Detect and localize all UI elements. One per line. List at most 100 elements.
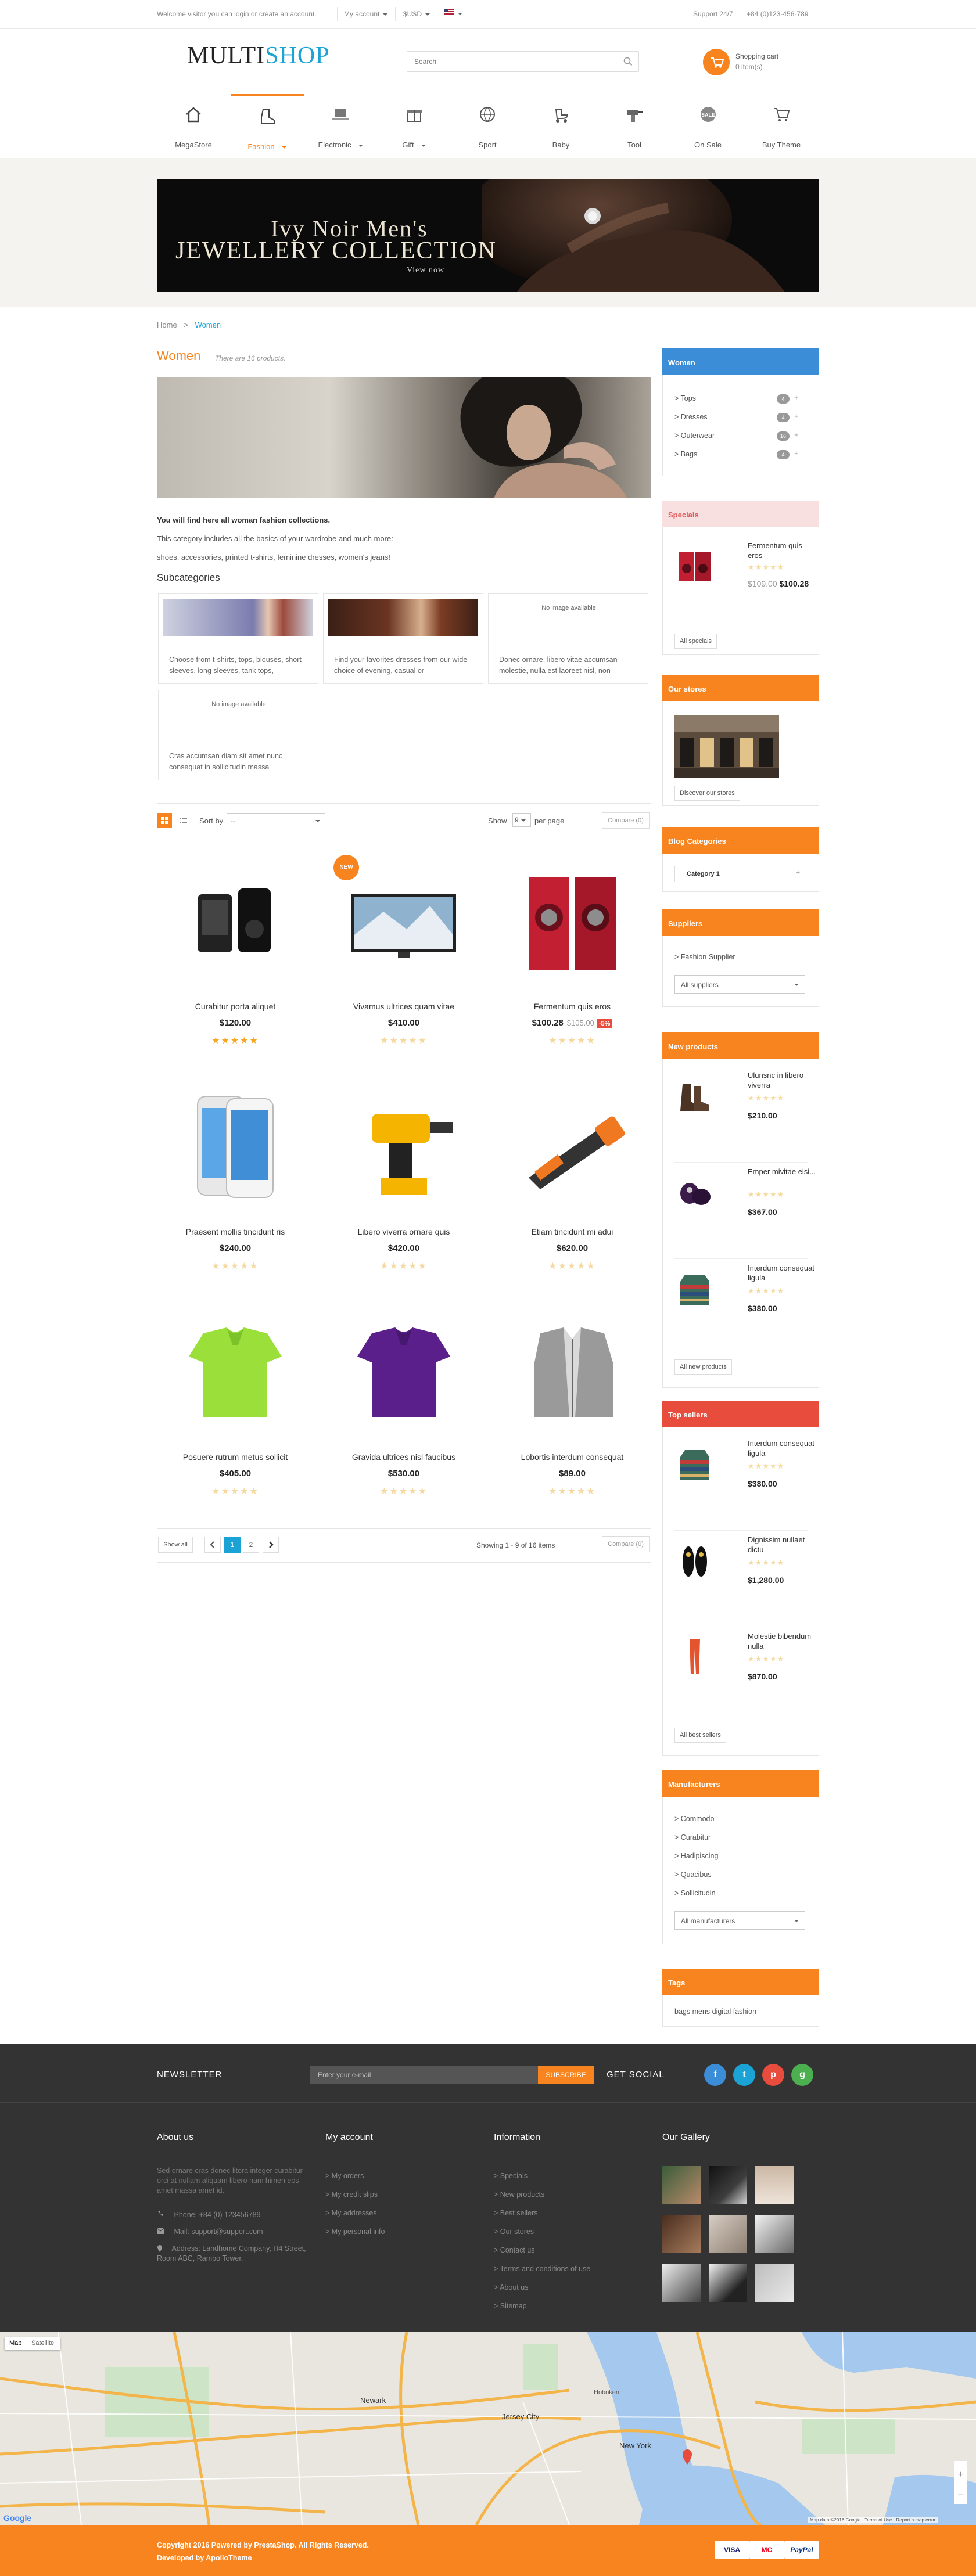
twitter-icon[interactable]: t (733, 2064, 755, 2086)
new-product-name[interactable]: Emper mivitae eisi... (748, 1167, 817, 1177)
list-view-button[interactable] (175, 813, 191, 828)
expand-icon[interactable]: + (794, 449, 799, 458)
gallery-thumb[interactable] (755, 2264, 794, 2302)
manufacturer-link[interactable]: > Commodo (674, 1815, 714, 1823)
product-name[interactable]: Etiam tincidunt mi adui (494, 1227, 651, 1236)
footer-link[interactable]: > Our stores (494, 2228, 534, 2236)
store-map[interactable]: + − Newark Jersey City New York Hoboken … (0, 2332, 976, 2525)
footer-link[interactable]: > New products (494, 2190, 544, 2199)
manufacturers-select[interactable]: All manufacturers (674, 1911, 805, 1930)
page-2[interactable]: 2 (243, 1537, 259, 1553)
footer-link[interactable]: > My credit slips (325, 2190, 378, 2199)
product-image[interactable] (180, 865, 290, 976)
product-card[interactable]: Lobortis interdum consequat $89.00 ★★★★★ (494, 1304, 651, 1525)
subcategory-card[interactable]: Find your favorites dresses from our wid… (323, 593, 483, 684)
top-seller-name[interactable]: Interdum consequat ligula (748, 1438, 817, 1458)
subcategory-card[interactable]: No image available Donec ornare, libero … (488, 593, 648, 684)
product-card[interactable]: Fermentum quis eros $100.28 $105.00 -5% ★★★★… (494, 854, 651, 1074)
nav-item-tool[interactable]: Tool (598, 94, 671, 158)
product-image[interactable] (349, 1091, 459, 1201)
product-name[interactable]: Praesent mollis tincidunt ris (157, 1227, 314, 1236)
nav-item-gift[interactable]: Gift (378, 94, 451, 158)
special-product[interactable]: Fermentum quis eros ★★★★★ $109.00 $100.28 (674, 541, 814, 628)
gallery-thumb[interactable] (709, 2264, 747, 2302)
expand-icon[interactable]: + (794, 430, 799, 439)
store-image[interactable] (674, 715, 779, 778)
product-name[interactable]: Lobortis interdum consequat (494, 1452, 651, 1462)
footer-link[interactable]: > Terms and conditions of use (494, 2265, 590, 2273)
top-seller-item[interactable]: Dignissim nullaet dictu ★★★★★ $1,280.00 (674, 1535, 814, 1622)
compare-button[interactable]: Compare (0) (602, 812, 650, 829)
product-card[interactable]: Posuere rutrum metus sollicit $405.00 ★★★★… (157, 1304, 314, 1525)
footer-link[interactable]: > Sitemap (494, 2302, 527, 2310)
search-icon[interactable] (623, 57, 633, 66)
women-cat-outerwear[interactable]: > Outerwear (674, 431, 715, 440)
tag-list[interactable]: bags mens digital fashion (674, 2007, 756, 2016)
product-name[interactable]: Libero viverra ornare quis (325, 1227, 482, 1236)
manufacturer-link[interactable]: > Quacibus (674, 1870, 712, 1879)
footer-link[interactable]: > About us (494, 2283, 528, 2291)
satellite-button[interactable]: Satellite (31, 2340, 54, 2347)
expand-icon[interactable]: + (796, 869, 800, 876)
women-cat-dresses[interactable]: > Dresses (674, 413, 708, 421)
footer-link[interactable]: > Best sellers (494, 2209, 537, 2217)
product-name[interactable]: Fermentum quis eros (494, 1002, 651, 1011)
product-card[interactable]: Libero viverra ornare quis $420.00 ★★★★★ (325, 1079, 482, 1300)
new-product-item[interactable]: Interdum consequat ligula ★★★★★ $380.00 (674, 1263, 814, 1350)
language-dropdown[interactable] (444, 9, 462, 17)
facebook-icon[interactable]: f (704, 2064, 726, 2086)
gallery-thumb[interactable] (662, 2264, 701, 2302)
map-terms[interactable]: Map data ©2016 Google · Terms of Use · R… (808, 2517, 938, 2523)
gallery-thumb[interactable] (709, 2166, 747, 2204)
footer-link[interactable]: > Contact us (494, 2246, 535, 2254)
show-all-button[interactable]: Show all (158, 1537, 193, 1553)
footer-link[interactable]: > Specials (494, 2172, 528, 2180)
subscribe-button[interactable]: SUBSCRIBE (538, 2066, 594, 2084)
expand-icon[interactable]: + (794, 412, 799, 420)
top-seller-name[interactable]: Dignissim nullaet dictu (748, 1535, 817, 1555)
compare-button-bottom[interactable]: Compare (0) (602, 1536, 650, 1552)
sort-select[interactable]: -- (227, 813, 325, 828)
nav-item-fashion[interactable]: Fashion (230, 94, 304, 158)
manufacturer-link[interactable]: > Hadipiscing (674, 1852, 718, 1860)
next-page-button[interactable] (263, 1537, 279, 1553)
nav-item-sport[interactable]: Sport (451, 94, 524, 158)
map-button[interactable]: Map (9, 2340, 21, 2347)
product-image[interactable] (517, 865, 627, 976)
product-card[interactable]: Vivamus ultrices quam vitae $410.00 ★★★★★ (325, 854, 482, 1074)
product-card[interactable]: Praesent mollis tincidunt ris $240.00 ★★★★… (157, 1079, 314, 1300)
search-input[interactable] (407, 52, 605, 71)
product-image[interactable] (349, 865, 459, 976)
product-image[interactable] (517, 1316, 627, 1426)
product-card[interactable]: Gravida ultrices nisl faucibus $530.00 ★★★… (325, 1304, 482, 1525)
nav-item-buy-theme[interactable]: Buy Theme (745, 94, 818, 158)
product-name[interactable]: Gravida ultrices nisl faucibus (325, 1452, 482, 1462)
prev-page-button[interactable] (204, 1537, 221, 1553)
all-best-sellers-button[interactable]: All best sellers (674, 1728, 726, 1743)
new-product-item[interactable]: Ulunsnc in libero viverra ★★★★★ $210.00 (674, 1070, 814, 1157)
all-specials-button[interactable]: All specials (674, 634, 717, 649)
currency-dropdown[interactable]: $USD (403, 10, 430, 18)
all-new-products-button[interactable]: All new products (674, 1359, 732, 1375)
pinterest-icon[interactable]: p (762, 2064, 784, 2086)
blog-category-item[interactable]: Category 1 + (674, 866, 805, 882)
top-seller-item[interactable]: Molestie bibendum nulla ★★★★★ $870.00 (674, 1631, 814, 1718)
nav-item-electronic[interactable]: Electronic (304, 94, 377, 158)
subcategory-card[interactable]: Choose from t-shirts, tops, blouses, sho… (158, 593, 318, 684)
product-card[interactable]: Curabitur porta aliquet $120.00 ★★★★★ (157, 854, 314, 1074)
product-image[interactable] (349, 1316, 459, 1426)
breadcrumb-home[interactable]: Home (157, 321, 177, 329)
logo[interactable]: MULTISHOP (187, 42, 330, 70)
supplier-link[interactable]: > Fashion Supplier (674, 953, 735, 961)
product-name[interactable]: Posuere rutrum metus sollicit (157, 1452, 314, 1462)
expand-icon[interactable]: + (794, 393, 799, 402)
nav-item-megastore[interactable]: MegaStore (157, 94, 230, 158)
new-product-name[interactable]: Interdum consequat ligula (748, 1263, 817, 1283)
top-seller-item[interactable]: Interdum consequat ligula ★★★★★ $380.00 (674, 1438, 814, 1526)
newsletter-email-input[interactable]: Enter your e-mail (310, 2066, 538, 2084)
new-product-name[interactable]: Ulunsnc in libero viverra (748, 1070, 817, 1090)
page-1[interactable]: 1 (224, 1537, 241, 1553)
nav-item-on-sale[interactable]: SALE On Sale (672, 94, 745, 158)
banner[interactable]: Ivy Noir Men's Jewellery Collection View… (157, 179, 819, 292)
google-plus-icon[interactable]: g (791, 2064, 813, 2086)
